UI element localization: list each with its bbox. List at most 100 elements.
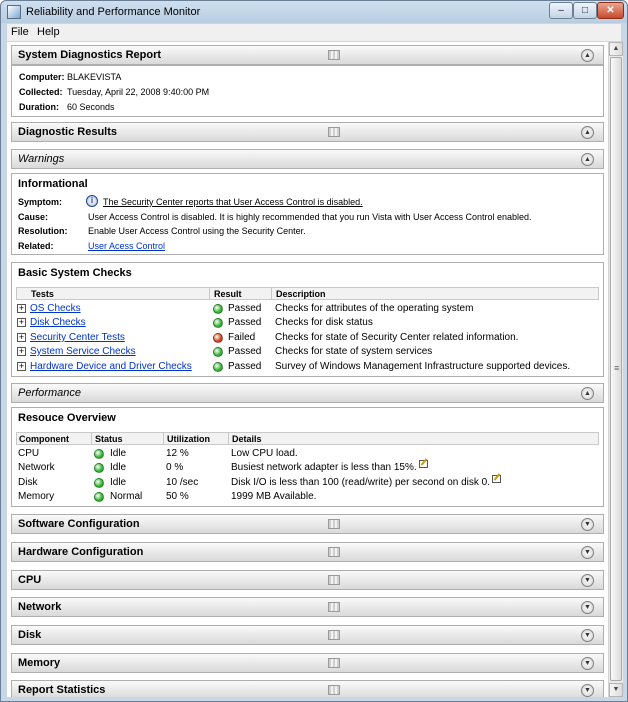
status-pass-icon bbox=[213, 318, 223, 328]
collapse-icon[interactable]: ▲ bbox=[581, 49, 594, 62]
status-pass-icon bbox=[213, 362, 223, 372]
collected-label: Collected: bbox=[19, 87, 63, 97]
resource-overview-panel: Resouce Overview Component Status Utiliz… bbox=[11, 407, 604, 507]
test-result: Passed bbox=[228, 303, 262, 314]
section-title: Memory bbox=[18, 657, 61, 669]
basic-system-checks-panel: Basic System Checks Tests Result Descrip… bbox=[11, 262, 604, 377]
related-row: Related: User Acess Control bbox=[16, 239, 599, 253]
scroll-up-arrow-icon[interactable]: ▲ bbox=[609, 42, 623, 56]
computer-value: BLAKEVISTA bbox=[67, 72, 122, 82]
grip-icon bbox=[328, 685, 340, 695]
component-utilization: 10 /sec bbox=[166, 477, 199, 488]
expand-icon[interactable]: ▼ bbox=[581, 657, 594, 670]
expand-icon[interactable]: ▼ bbox=[581, 546, 594, 559]
grip-icon bbox=[328, 658, 340, 668]
report-info-panel: Computer: BLAKEVISTA Collected: Tuesday, A… bbox=[11, 65, 604, 117]
section-title: Hardware Configuration bbox=[18, 546, 144, 558]
section-disk[interactable]: Disk ▼ bbox=[11, 625, 604, 645]
minimize-button[interactable]: – bbox=[549, 2, 573, 19]
grip-icon bbox=[328, 575, 340, 585]
component-status: Idle bbox=[110, 448, 127, 459]
test-description: Checks for state of system services bbox=[275, 346, 433, 357]
col-tests: Tests bbox=[31, 289, 54, 299]
table-row: + OS Checks Passed Checks for attributes… bbox=[16, 302, 599, 316]
component-name: Memory bbox=[18, 491, 55, 502]
section-report-statistics[interactable]: Report Statistics ▼ bbox=[11, 680, 604, 697]
section-title: Report Statistics bbox=[18, 684, 106, 696]
test-name-link[interactable]: OS Checks bbox=[30, 303, 81, 314]
close-button[interactable]: ✕ bbox=[597, 2, 624, 19]
component-name: CPU bbox=[18, 448, 40, 459]
report-content: System Diagnostics Report ▲ Computer: BLA… bbox=[7, 42, 608, 697]
collapse-icon[interactable]: ▲ bbox=[581, 126, 594, 139]
grip-icon bbox=[328, 127, 340, 137]
scrollbar-thumb[interactable]: ≡ bbox=[610, 57, 622, 681]
expand-icon[interactable]: ▼ bbox=[581, 684, 594, 697]
status-ok-icon bbox=[94, 478, 104, 488]
test-name-link[interactable]: Security Center Tests bbox=[30, 332, 125, 343]
resolution-value: Enable User Access Control using the Sec… bbox=[88, 226, 306, 236]
computer-label: Computer: bbox=[19, 72, 65, 82]
expand-icon[interactable]: + bbox=[17, 304, 26, 313]
window-title: Reliability and Performance Monitor bbox=[26, 6, 201, 18]
edit-icon[interactable] bbox=[418, 460, 428, 468]
test-description: Survey of Windows Management Infrastruct… bbox=[275, 361, 571, 372]
grip-icon: ≡ bbox=[614, 363, 620, 373]
expand-icon[interactable]: ▼ bbox=[581, 601, 594, 614]
component-name: Disk bbox=[18, 477, 38, 488]
maximize-button[interactable]: □ bbox=[573, 2, 597, 19]
section-memory[interactable]: Memory ▼ bbox=[11, 653, 604, 673]
test-name-link[interactable]: Disk Checks bbox=[30, 317, 86, 328]
cause-label: Cause: bbox=[18, 212, 49, 222]
scroll-down-arrow-icon[interactable]: ▼ bbox=[609, 683, 623, 697]
component-details-wrap: Disk I/O is less than 100 (read/write) p… bbox=[231, 475, 502, 488]
status-fail-icon bbox=[213, 333, 223, 343]
section-diagnostic-results[interactable]: Diagnostic Results ▲ bbox=[11, 122, 604, 142]
resource-overview-title: Resouce Overview bbox=[18, 412, 116, 424]
test-name-link[interactable]: Hardware Device and Driver Checks bbox=[30, 361, 192, 372]
title-bar[interactable]: Reliability and Performance Monitor – □ … bbox=[1, 1, 627, 23]
test-result: Failed bbox=[228, 332, 256, 343]
menu-help[interactable]: Help bbox=[37, 26, 60, 38]
duration-label: Duration: bbox=[19, 102, 59, 112]
collected-row: Collected: Tuesday, April 22, 2008 9:40:0… bbox=[19, 87, 209, 97]
status-pass-icon bbox=[213, 304, 223, 314]
section-system-diagnostics-report[interactable]: System Diagnostics Report ▲ bbox=[11, 45, 604, 65]
collapse-icon[interactable]: ▲ bbox=[581, 153, 594, 166]
section-performance[interactable]: Performance ▲ bbox=[11, 383, 604, 403]
expand-icon[interactable]: + bbox=[17, 362, 26, 371]
expand-icon[interactable]: ▼ bbox=[581, 518, 594, 531]
cause-value: User Access Control is disabled. It is h… bbox=[88, 212, 532, 222]
test-result: Passed bbox=[228, 317, 262, 328]
basic-checks-title: Basic System Checks bbox=[18, 267, 132, 279]
test-name-link[interactable]: System Service Checks bbox=[30, 346, 136, 357]
test-description: Checks for attributes of the operating s… bbox=[275, 303, 474, 314]
section-network[interactable]: Network ▼ bbox=[11, 597, 604, 617]
grip-icon bbox=[328, 547, 340, 557]
section-cpu[interactable]: CPU ▼ bbox=[11, 570, 604, 590]
test-description: Checks for state of Security Center rela… bbox=[275, 332, 519, 343]
table-row: + Hardware Device and Driver Checks Pass… bbox=[16, 360, 599, 374]
expand-icon[interactable]: ▼ bbox=[581, 629, 594, 642]
status-pass-icon bbox=[213, 347, 223, 357]
col-component: Component bbox=[19, 434, 69, 444]
section-title: Performance bbox=[18, 387, 81, 399]
menu-bar: File Help bbox=[7, 24, 621, 42]
col-description: Description bbox=[276, 289, 326, 299]
section-hardware-configuration[interactable]: Hardware Configuration ▼ bbox=[11, 542, 604, 562]
component-details: Disk I/O is less than 100 (read/write) p… bbox=[231, 477, 491, 488]
expand-icon[interactable]: ▼ bbox=[581, 574, 594, 587]
expand-icon[interactable]: + bbox=[17, 333, 26, 342]
component-details: 1999 MB Available. bbox=[231, 491, 317, 502]
related-link[interactable]: User Acess Control bbox=[88, 241, 165, 251]
expand-icon[interactable]: + bbox=[17, 318, 26, 327]
expand-icon[interactable]: + bbox=[17, 347, 26, 356]
collapse-icon[interactable]: ▲ bbox=[581, 387, 594, 400]
col-details: Details bbox=[232, 434, 262, 444]
menu-file[interactable]: File bbox=[11, 26, 29, 38]
section-warnings[interactable]: Warnings ▲ bbox=[11, 149, 604, 169]
informational-title: Informational bbox=[18, 178, 88, 190]
section-software-configuration[interactable]: Software Configuration ▼ bbox=[11, 514, 604, 534]
vertical-scrollbar[interactable]: ▲ ≡ ▼ bbox=[608, 42, 623, 697]
edit-icon[interactable] bbox=[492, 475, 502, 483]
